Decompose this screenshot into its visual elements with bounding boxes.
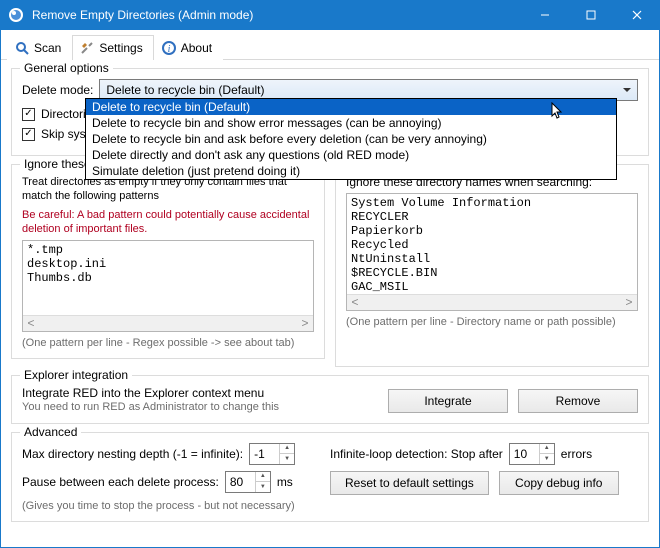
pause-unit: ms (277, 475, 293, 489)
delete-mode-value: Delete to recycle bin (Default) (106, 83, 264, 97)
explorer-line1: Integrate RED into the Explorer context … (22, 386, 388, 400)
remove-button[interactable]: Remove (518, 389, 638, 413)
advanced-note: (Gives you time to stop the process - bu… (22, 499, 330, 513)
loop-label: Infinite-loop detection: Stop after (330, 447, 503, 461)
scrollbar[interactable]: < > (23, 315, 313, 331)
tab-settings[interactable]: Settings (72, 35, 153, 60)
copy-debug-button[interactable]: Copy debug info (499, 471, 619, 495)
scroll-right-icon[interactable]: > (621, 295, 637, 311)
tab-settings-label: Settings (99, 41, 142, 55)
tools-icon (79, 40, 95, 56)
scroll-left-icon[interactable]: < (347, 295, 363, 311)
spin-down-icon[interactable]: ▼ (539, 454, 554, 464)
delete-mode-option[interactable]: Simulate deletion (just pretend doing it… (86, 163, 616, 179)
loop-spinner[interactable]: 10▲▼ (509, 443, 555, 465)
tab-scan[interactable]: Scan (7, 35, 72, 60)
close-button[interactable] (614, 0, 660, 30)
group-explorer: Explorer integration Integrate RED into … (11, 375, 649, 423)
spin-down-icon[interactable]: ▼ (255, 482, 270, 492)
spin-up-icon[interactable]: ▲ (255, 472, 270, 482)
window-title: Remove Empty Directories (Admin mode) (32, 8, 522, 22)
skip-dirs-footer: (One pattern per line - Directory name o… (346, 315, 638, 329)
delete-mode-option[interactable]: Delete to recycle bin and show error mes… (86, 115, 616, 131)
spin-up-icon[interactable]: ▲ (279, 444, 294, 454)
group-advanced-legend: Advanced (20, 425, 81, 439)
group-general-legend: General options (20, 61, 113, 75)
svg-text:i: i (167, 44, 170, 55)
tabstrip: Scan Settings i About (1, 30, 659, 60)
ignore-files-warn: Be careful: A bad pattern could potentia… (22, 208, 314, 237)
pause-spinner[interactable]: 80▲▼ (225, 471, 271, 493)
delete-mode-option[interactable]: Delete to recycle bin and ask before eve… (86, 131, 616, 147)
delete-mode-option[interactable]: Delete to recycle bin (Default) (86, 99, 616, 115)
app-icon (8, 7, 24, 23)
titlebar: Remove Empty Directories (Admin mode) (0, 0, 660, 30)
ignore-files-list[interactable]: *.tmp desktop.ini Thumbs.db < > (22, 240, 314, 332)
depth-spinner[interactable]: -1▲▼ (249, 443, 295, 465)
tab-scan-label: Scan (34, 41, 61, 55)
loop-unit: errors (561, 447, 592, 461)
skip-system-checkbox[interactable] (22, 128, 35, 141)
skip-dirs-list[interactable]: System Volume Information RECYCLER Papie… (346, 193, 638, 311)
cursor-icon (551, 102, 567, 118)
explorer-line2: You need to run RED as Administrator to … (22, 400, 388, 414)
scrollbar[interactable]: < > (347, 294, 637, 310)
tab-about-label: About (181, 41, 212, 55)
delete-mode-option[interactable]: Delete directly and don't ask any questi… (86, 147, 616, 163)
integrate-button[interactable]: Integrate (388, 389, 508, 413)
scroll-left-icon[interactable]: < (23, 316, 39, 332)
group-ignore-files: Ignore these files Treat directories as … (11, 164, 325, 359)
delete-mode-label: Delete mode: (22, 83, 93, 97)
maximize-button[interactable] (568, 0, 614, 30)
minimize-button[interactable] (522, 0, 568, 30)
directories-checkbox[interactable] (22, 108, 35, 121)
spin-down-icon[interactable]: ▼ (279, 454, 294, 464)
info-icon: i (161, 40, 177, 56)
group-advanced: Advanced Max directory nesting depth (-1… (11, 432, 649, 522)
tab-about[interactable]: i About (154, 35, 223, 60)
reset-button[interactable]: Reset to default settings (330, 471, 489, 495)
pause-label: Pause between each delete process: (22, 475, 219, 489)
scroll-right-icon[interactable]: > (297, 316, 313, 332)
group-skip-dirs: Skip these directories Ignore these dire… (335, 164, 649, 367)
depth-label: Max directory nesting depth (-1 = infini… (22, 447, 243, 461)
delete-mode-dropdown[interactable]: Delete to recycle bin (Default)Delete to… (85, 98, 617, 180)
spin-up-icon[interactable]: ▲ (539, 444, 554, 454)
search-icon (14, 40, 30, 56)
group-explorer-legend: Explorer integration (20, 368, 132, 382)
ignore-files-footer: (One pattern per line - Regex possible -… (22, 336, 314, 350)
